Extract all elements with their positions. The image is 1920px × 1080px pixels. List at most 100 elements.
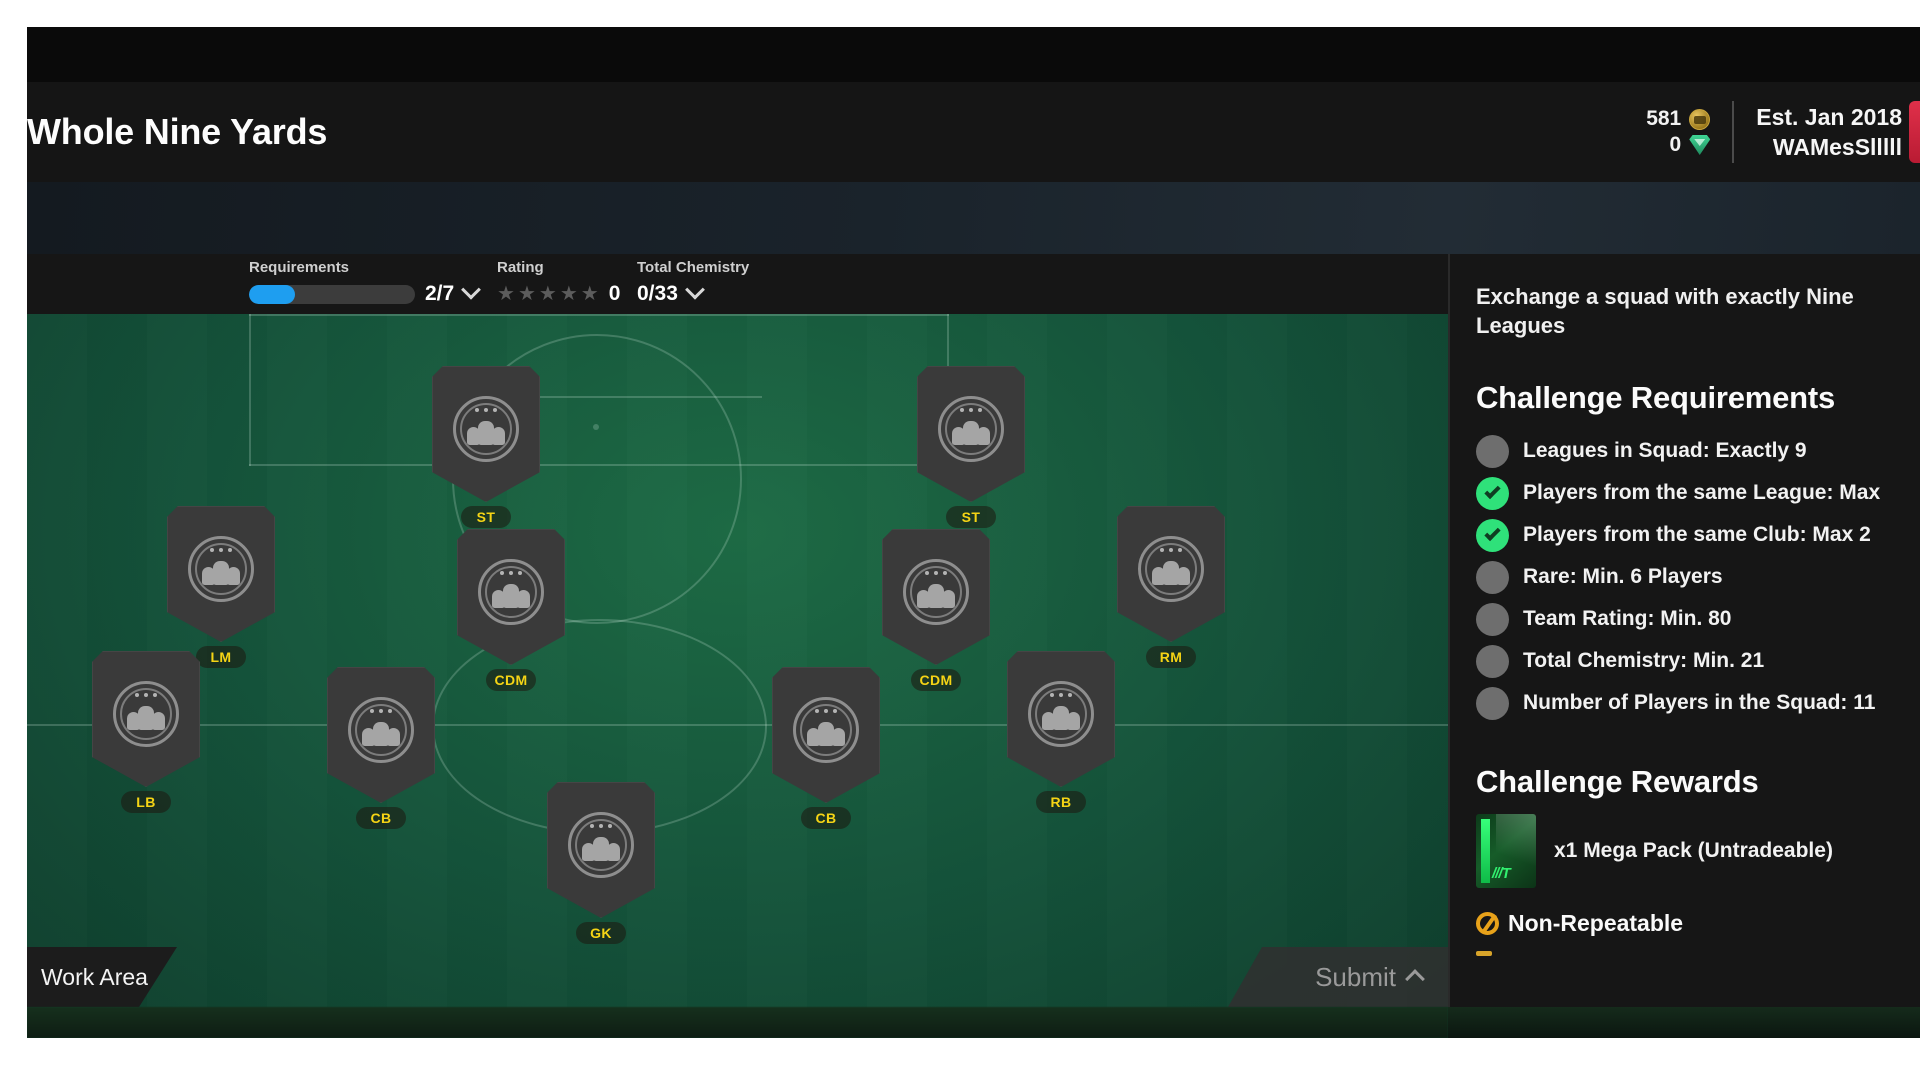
pack-spine <box>1481 819 1490 884</box>
coins-value: 581 <box>1646 107 1682 130</box>
empty-player-card[interactable] <box>917 366 1025 502</box>
work-area-label: Work Area <box>41 963 148 990</box>
challenge-requirements-title: Challenge Requirements <box>1476 380 1836 416</box>
requirement-incomplete-icon <box>1476 434 1509 468</box>
player-slot-gk[interactable]: GK <box>547 782 655 944</box>
club-crest-placeholder-icon <box>478 559 544 625</box>
repeatable-row: Non-Repeatable <box>1476 910 1920 937</box>
pitch-line-box-top <box>249 314 949 316</box>
player-slot-cb[interactable]: CB <box>772 667 880 829</box>
requirement-text: Total Chemistry: Min. 21 <box>1523 649 1765 673</box>
chevron-up-icon <box>1405 968 1425 989</box>
rating-value: 0 <box>608 282 621 305</box>
position-label: RM <box>1146 646 1196 668</box>
requirement-text: Team Rating: Min. 80 <box>1523 607 1732 631</box>
requirement-text: Leagues in Squad: Exactly 9 <box>1523 439 1807 463</box>
player-slot-cdm[interactable]: CDM <box>882 529 990 691</box>
rating-star-icon: ★ <box>517 283 536 305</box>
points-value: 0 <box>1669 133 1682 156</box>
crest-people-icon <box>806 720 846 746</box>
established-date: Est. Jan 2018 <box>1756 103 1902 130</box>
repeatable-label: Non-Repeatable <box>1508 910 1684 937</box>
requirement-incomplete-icon <box>1476 560 1509 594</box>
requirements-progress-bar <box>249 284 415 304</box>
empty-player-card[interactable] <box>882 529 990 665</box>
position-label: ST <box>946 506 996 528</box>
empty-player-card[interactable] <box>772 667 880 803</box>
empty-player-card[interactable] <box>1007 651 1115 787</box>
app-window: Whole Nine Yards 581 0 Est. Jan 2018 WAM… <box>27 27 1920 1038</box>
notification-chip[interactable] <box>1909 101 1920 163</box>
penalty-spot <box>593 424 599 430</box>
reward-row[interactable]: ///T x1 Mega Pack (Untradeable) <box>1476 814 1920 889</box>
requirement-text: Rare: Min. 6 Players <box>1523 565 1723 589</box>
position-label: GK <box>576 922 626 944</box>
crest-dots <box>500 571 522 575</box>
points-row: 0 <box>1670 133 1711 157</box>
player-slot-cdm[interactable]: CDM <box>457 529 565 691</box>
empty-player-card[interactable] <box>1117 506 1225 642</box>
crest-people-icon <box>916 582 956 608</box>
bottom-grass-strip <box>27 1007 1448 1038</box>
player-slot-st[interactable]: ST <box>432 366 540 528</box>
player-slot-st[interactable]: ST <box>917 366 1025 528</box>
rating-label: Rating <box>497 259 544 276</box>
currency-block: 581 0 <box>1646 107 1732 157</box>
empty-player-card[interactable] <box>327 667 435 803</box>
coin-icon <box>1689 108 1711 130</box>
empty-player-card[interactable] <box>432 366 540 502</box>
empty-player-card[interactable] <box>167 506 275 642</box>
player-slot-lb[interactable]: LB <box>92 651 200 813</box>
requirement-item: Team Rating: Min. 80 <box>1476 598 1920 640</box>
player-slot-rb[interactable]: RB <box>1007 651 1115 813</box>
panel-divider <box>1448 254 1450 1038</box>
chemistry-label: Total Chemistry <box>637 259 750 276</box>
pitch-halfway-line <box>27 724 1448 726</box>
requirement-text: Number of Players in the Squad: 11 <box>1523 691 1876 715</box>
empty-player-card[interactable] <box>547 782 655 918</box>
crest-people-icon <box>581 835 621 861</box>
crest-dots <box>210 548 232 552</box>
player-slot-cb[interactable]: CB <box>327 667 435 829</box>
empty-player-card[interactable] <box>92 651 200 787</box>
position-label: CDM <box>486 669 536 691</box>
chevron-down-icon-chemistry[interactable] <box>684 279 705 300</box>
club-crest-placeholder-icon <box>793 697 859 763</box>
crest-people-icon <box>491 582 531 608</box>
requirement-item: Total Chemistry: Min. 21 <box>1476 640 1920 682</box>
position-label: LB <box>121 791 171 813</box>
requirement-complete-icon <box>1476 476 1509 510</box>
crest-dots <box>1050 693 1072 697</box>
crest-dots <box>590 824 612 828</box>
empty-player-card[interactable] <box>457 529 565 665</box>
chevron-down-icon-requirements[interactable] <box>461 279 482 300</box>
player-slot-lm[interactable]: LM <box>167 506 275 668</box>
crest-people-icon <box>201 559 241 585</box>
rating-star-icon: ★ <box>559 283 578 305</box>
club-block: Est. Jan 2018 WAMesSlllll <box>1734 104 1902 161</box>
requirement-item: Players from the same League: Max <box>1476 472 1920 514</box>
requirements-value: 2/7 <box>425 282 455 305</box>
player-slot-rm[interactable]: RM <box>1117 506 1225 668</box>
chemistry-stat: Total Chemistry 0/33 <box>637 259 749 306</box>
crest-dots <box>370 709 392 713</box>
crest-people-icon <box>1041 704 1081 730</box>
pack-tag: ///T <box>1492 865 1511 883</box>
position-label: RB <box>1036 791 1086 813</box>
crest-dots <box>135 693 157 697</box>
club-crest-placeholder-icon <box>188 536 254 602</box>
club-crest-placeholder-icon <box>568 812 634 878</box>
club-crest-placeholder-icon <box>938 396 1004 462</box>
submit-button[interactable]: Submit <box>1228 947 1448 1007</box>
requirement-complete-icon <box>1476 518 1509 552</box>
crest-people-icon <box>126 704 166 730</box>
crest-people-icon <box>1151 559 1191 585</box>
header-gradient-band <box>27 182 1920 254</box>
crest-people-icon <box>951 419 991 445</box>
panel-grass-strip <box>1448 1007 1920 1038</box>
crest-dots <box>475 408 497 412</box>
club-crest-placeholder-icon <box>348 697 414 763</box>
position-label: CB <box>356 807 406 829</box>
club-crest-placeholder-icon <box>1028 681 1094 747</box>
club-crest-placeholder-icon <box>903 559 969 625</box>
